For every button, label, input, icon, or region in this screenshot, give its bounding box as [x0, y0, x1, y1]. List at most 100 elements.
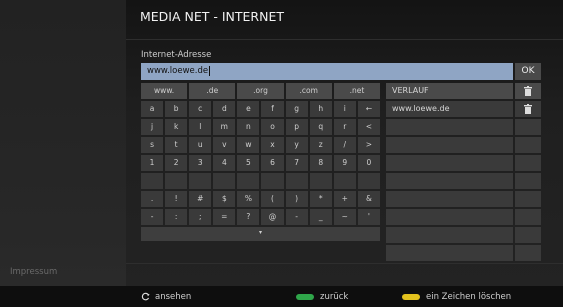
keyboard-key[interactable]: m — [213, 119, 236, 135]
keyboard-key[interactable]: i — [333, 101, 356, 117]
history-empty-trash-slot — [515, 209, 541, 225]
hint-delete-char-label: ein Zeichen löschen — [426, 291, 512, 302]
key-www[interactable]: www. — [141, 83, 188, 99]
keyboard-key[interactable]: ~ — [333, 209, 356, 225]
history-empty-trash-slot — [515, 119, 541, 135]
keyboard-key[interactable]: w — [237, 137, 260, 153]
keyboard-key[interactable]: ? — [237, 209, 260, 225]
keyboard-key[interactable]: e — [237, 101, 260, 117]
keyboard-row: a b c d e f g h i ← — [141, 101, 380, 117]
keyboard-key[interactable]: 9 — [333, 155, 356, 171]
keyboard-key[interactable]: n — [237, 119, 260, 135]
delete-history-item-button[interactable] — [515, 101, 541, 117]
keyboard-key[interactable] — [333, 173, 356, 189]
hint-ansehen[interactable]: ansehen — [141, 286, 191, 307]
keyboard-key[interactable] — [141, 173, 164, 189]
keyboard-key[interactable]: j — [141, 119, 164, 135]
keyboard-key[interactable] — [285, 173, 308, 189]
history-empty-slot — [386, 227, 513, 243]
keyboard-key[interactable]: y — [285, 137, 308, 153]
hint-zurueck[interactable]: zurück — [296, 286, 348, 307]
keyboard-key[interactable]: ! — [165, 191, 188, 207]
keyboard-key[interactable]: - — [141, 209, 164, 225]
keyboard-key[interactable]: = — [213, 209, 236, 225]
keyboard-key[interactable]: c — [189, 101, 212, 117]
keyboard-key[interactable]: # — [189, 191, 212, 207]
keyboard-key[interactable]: 2 — [165, 155, 188, 171]
keyboard-key[interactable]: ' — [357, 209, 380, 225]
keyboard-key[interactable]: / — [333, 137, 356, 153]
history-empty-slot — [386, 245, 513, 261]
keyboard-key[interactable]: o — [261, 119, 284, 135]
keyboard-key[interactable]: f — [261, 101, 284, 117]
keyboard-key[interactable]: . — [141, 191, 164, 207]
more-keys-arrow-icon[interactable]: ▾ — [141, 227, 380, 241]
keyboard-key[interactable]: u — [189, 137, 212, 153]
keyboard-key[interactable]: $ — [213, 191, 236, 207]
keyboard-key[interactable] — [237, 173, 260, 189]
keyboard-key[interactable]: 6 — [261, 155, 284, 171]
keyboard-key[interactable]: s — [141, 137, 164, 153]
trash-icon — [524, 86, 532, 96]
keyboard-key[interactable] — [309, 173, 332, 189]
key-de[interactable]: .de — [189, 83, 236, 99]
history-item[interactable]: www.loewe.de — [386, 101, 541, 117]
history-empty-row — [386, 173, 541, 189]
keyboard-key[interactable]: ; — [189, 209, 212, 225]
keyboard-more-row[interactable]: ▾ — [141, 227, 380, 241]
keyboard-key[interactable] — [213, 173, 236, 189]
keyboard-key[interactable]: a — [141, 101, 164, 117]
keyboard-key[interactable]: & — [357, 191, 380, 207]
keyboard-key[interactable]: g — [285, 101, 308, 117]
keyboard-key[interactable]: % — [237, 191, 260, 207]
history-empty-slot — [386, 173, 513, 189]
key-com[interactable]: .com — [285, 83, 332, 99]
history-empty-row — [386, 227, 541, 243]
keyboard-key[interactable] — [261, 173, 284, 189]
keyboard-key[interactable]: : — [165, 209, 188, 225]
keyboard-key[interactable] — [357, 173, 380, 189]
keyboard-key[interactable]: k — [165, 119, 188, 135]
delete-all-history-button[interactable] — [515, 83, 541, 99]
keyboard-key[interactable]: _ — [309, 209, 332, 225]
keyboard-key[interactable]: p — [285, 119, 308, 135]
keyboard-key[interactable]: l — [189, 119, 212, 135]
keyboard-row: s t u v w x y z / > — [141, 137, 380, 153]
keyboard-key[interactable]: - — [285, 209, 308, 225]
keyboard-key[interactable] — [165, 173, 188, 189]
key-net[interactable]: .net — [333, 83, 381, 99]
keyboard-key[interactable]: t — [165, 137, 188, 153]
keyboard-key[interactable]: 8 — [309, 155, 332, 171]
keyboard-key[interactable]: z — [309, 137, 332, 153]
ok-button[interactable]: OK — [515, 63, 541, 80]
keyboard-key[interactable]: 4 — [213, 155, 236, 171]
keyboard-key[interactable]: x — [261, 137, 284, 153]
keyboard-key[interactable]: q — [309, 119, 332, 135]
keyboard-key[interactable]: v — [213, 137, 236, 153]
keyboard-key[interactable]: @ — [261, 209, 284, 225]
keyboard-key[interactable]: + — [333, 191, 356, 207]
keyboard-key[interactable]: ( — [261, 191, 284, 207]
impressum-link[interactable]: Impressum — [10, 267, 57, 277]
keyboard-key[interactable]: r — [333, 119, 356, 135]
keyboard-key[interactable]: 3 — [189, 155, 212, 171]
keyboard-key[interactable]: > — [357, 137, 380, 153]
keyboard-key[interactable] — [189, 173, 212, 189]
hint-delete-char[interactable]: ein Zeichen löschen — [402, 286, 511, 307]
keyboard-key[interactable]: 7 — [285, 155, 308, 171]
keyboard-key[interactable]: * — [309, 191, 332, 207]
keyboard-key[interactable]: ) — [285, 191, 308, 207]
keyboard-key[interactable]: ← — [357, 101, 380, 117]
history-empty-row — [386, 119, 541, 135]
keyboard-key[interactable]: 5 — [237, 155, 260, 171]
key-org[interactable]: .org — [237, 83, 284, 99]
keyboard-key[interactable]: b — [165, 101, 188, 117]
refresh-icon — [141, 292, 150, 301]
keyboard-key[interactable]: h — [309, 101, 332, 117]
keyboard-key[interactable]: 0 — [357, 155, 380, 171]
keyboard-key[interactable]: < — [357, 119, 380, 135]
keyboard-key[interactable]: 1 — [141, 155, 164, 171]
keyboard-key[interactable]: d — [213, 101, 236, 117]
url-input[interactable]: www.loewe.de — [141, 63, 513, 80]
url-label: Internet-Adresse — [141, 50, 212, 60]
